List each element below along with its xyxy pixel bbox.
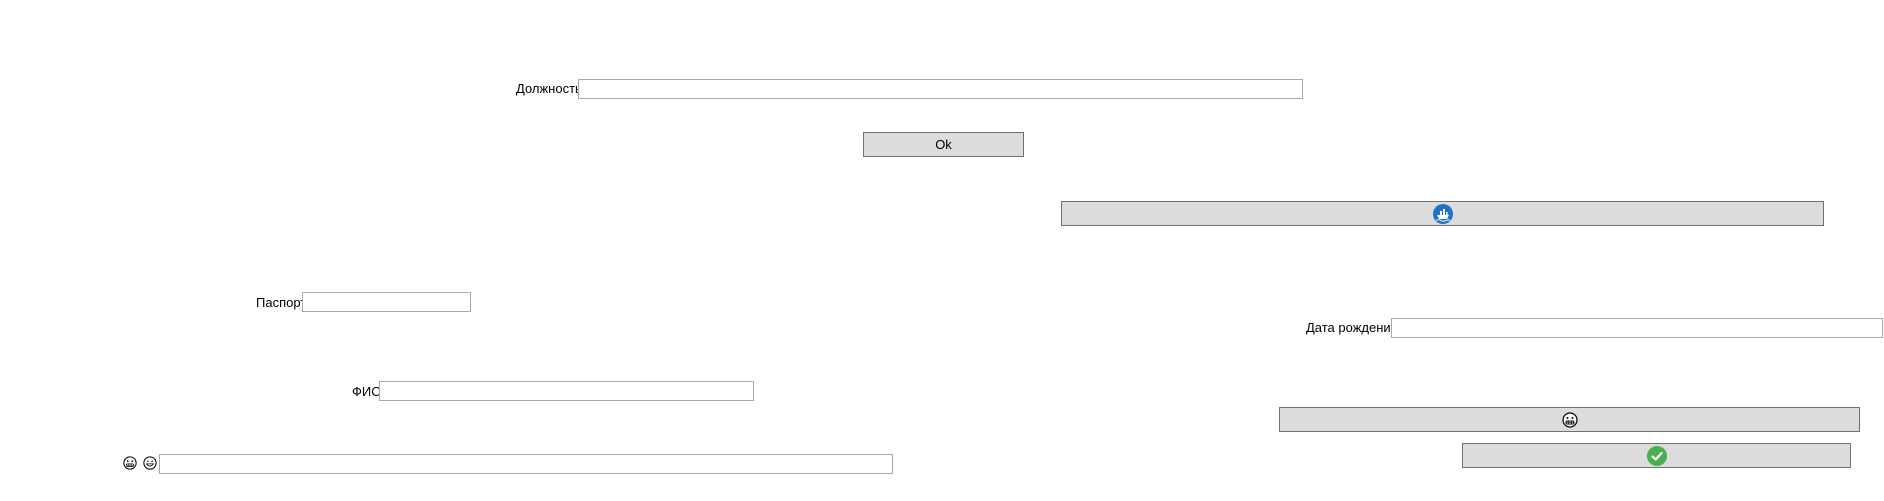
passport-input[interactable] bbox=[302, 292, 471, 312]
full-name-label: ФИО bbox=[352, 384, 382, 399]
birth-date-label: Дата рождения bbox=[1306, 320, 1398, 335]
ok-button[interactable]: Ok bbox=[863, 132, 1024, 157]
full-name-input[interactable] bbox=[379, 381, 754, 401]
grimace-face-icon bbox=[1561, 411, 1578, 428]
ship-icon bbox=[1432, 203, 1453, 224]
position-label: Должность bbox=[516, 81, 582, 96]
checkmark-icon bbox=[1646, 445, 1667, 466]
birth-date-input[interactable] bbox=[1391, 318, 1883, 338]
ship-button[interactable] bbox=[1061, 201, 1824, 226]
position-input[interactable] bbox=[578, 79, 1303, 99]
grinning-face-icon bbox=[143, 456, 157, 470]
grimace-face-icon bbox=[123, 456, 137, 470]
emoji-input[interactable] bbox=[159, 454, 893, 474]
confirm-button[interactable] bbox=[1462, 443, 1851, 468]
passport-label: Паспорт bbox=[256, 295, 307, 310]
face-button[interactable] bbox=[1279, 407, 1860, 432]
